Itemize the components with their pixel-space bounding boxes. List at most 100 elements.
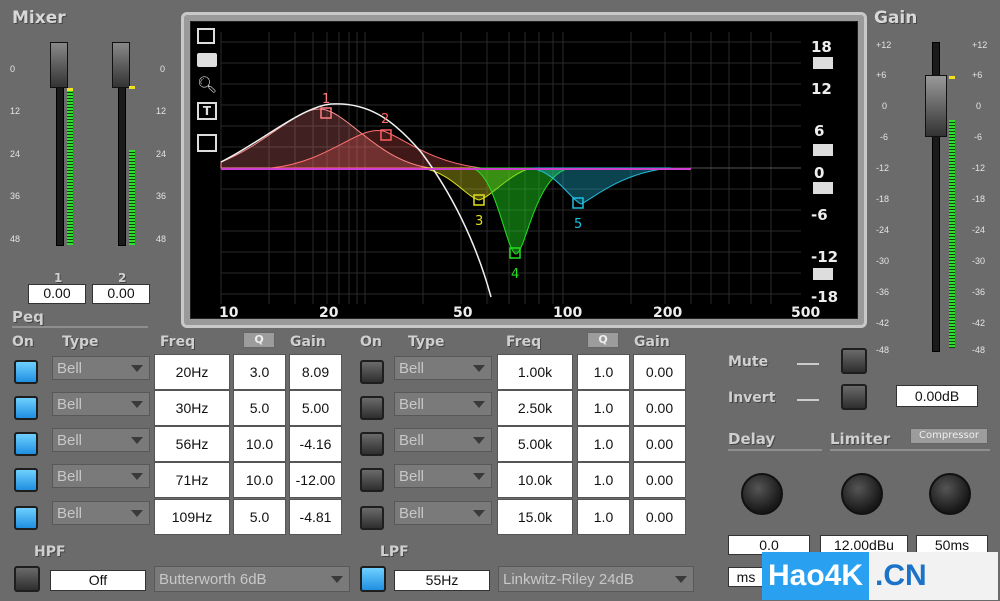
hpf-type-select[interactable]: Butterworth 6dB [154,566,350,592]
band-4-on-toggle[interactable] [14,468,38,492]
zoom-icon[interactable]: 🔍︎ [197,75,217,94]
y-tick-6: 6 [814,122,825,140]
band-10-freq[interactable]: 15.0k [497,499,573,535]
chevron-down-icon [473,510,485,517]
hpf-freq[interactable]: Off [50,570,146,591]
compressor-button[interactable]: Compressor [910,428,988,444]
gain-value[interactable]: 0.00dB [896,385,978,407]
band-9-gain[interactable]: 0.00 [633,462,686,498]
band-8-type-select[interactable]: Bell [394,428,492,452]
band-1-q[interactable]: 3.0 [233,354,286,390]
scale-up-arrow-2[interactable] [813,144,833,156]
band-5-type-select[interactable]: Bell [52,501,150,525]
band-4-gain[interactable]: -12.00 [289,462,342,498]
limiter-title: Limiter [830,430,891,448]
hpf-title: HPF [34,544,66,560]
band-10-on-toggle[interactable] [360,506,384,530]
scale-down-arrow-1[interactable] [813,182,833,194]
invert-label: Invert [728,390,776,406]
band-5-gain[interactable]: -4.81 [289,499,342,535]
limiter-divider [830,449,990,451]
gain-fader-handle[interactable] [925,75,947,137]
band-9-q[interactable]: 1.0 [577,462,630,498]
band-8-gain[interactable]: 0.00 [633,426,686,462]
mixer-scale-left: 0 12 24 36 48 [10,64,21,244]
band-8-on-toggle[interactable] [360,432,384,456]
band-10-gain[interactable]: 0.00 [633,499,686,535]
band-9-type-select[interactable]: Bell [394,464,492,488]
band-7-freq[interactable]: 2.50k [497,390,573,426]
band-1-freq[interactable]: 20Hz [154,354,230,390]
delay-knob[interactable] [741,473,783,515]
band-3-q[interactable]: 10.0 [233,426,286,462]
watermark-badge: Hao4K .CN [762,552,998,600]
delay-unit[interactable]: ms [728,567,764,587]
eq-point-label-2: 2 [381,112,390,127]
band-5-freq[interactable]: 109Hz [154,499,230,535]
band-2-on-toggle[interactable] [14,396,38,420]
band-3-on-toggle[interactable] [14,432,38,456]
band-4-type-select[interactable]: Bell [52,464,150,488]
band-2-type-select[interactable]: Bell [52,392,150,416]
limiter-time-knob[interactable] [929,473,971,515]
band-2-gain[interactable]: 5.00 [289,390,342,426]
right-freq-header: Freq [506,334,542,350]
hpf-toggle[interactable] [14,566,40,592]
band-9-freq[interactable]: 10.0k [497,462,573,498]
band-6-freq[interactable]: 1.00k [497,354,573,390]
band-1-type-select[interactable]: Bell [52,356,150,380]
band-6-gain[interactable]: 0.00 [633,354,686,390]
band-1-on-toggle[interactable] [14,360,38,384]
lpf-toggle[interactable] [360,566,386,592]
band-3-type-select[interactable]: Bell [52,428,150,452]
band-3-gain[interactable]: -4.16 [289,426,342,462]
peq-title: Peq [12,308,44,326]
band-1-gain[interactable]: 8.09 [289,354,342,390]
fader-handle-1[interactable] [50,42,68,88]
chevron-down-icon [131,473,143,480]
band-8-freq[interactable]: 5.00k [497,426,573,462]
band-4-freq[interactable]: 71Hz [154,462,230,498]
band-5-q[interactable]: 5.0 [233,499,286,535]
channel-value-1[interactable]: 0.00 [28,284,86,304]
eq-graph-frame: 1 2 3 4 5 🔍︎ T 18 12 6 0 -6 -12 -18 10 2… [181,12,867,328]
band-9-on-toggle[interactable] [360,468,384,492]
text-tool-icon[interactable]: T [197,102,217,120]
invert-connector [797,399,819,401]
band-7-on-toggle[interactable] [360,396,384,420]
scale-down-arrow-2[interactable] [813,268,833,280]
band-3-freq[interactable]: 56Hz [154,426,230,462]
mute-label: Mute [728,354,769,370]
mute-button[interactable] [841,348,867,374]
band-6-type-select[interactable]: Bell [394,356,492,380]
right-q-header: Q [587,332,619,348]
invert-button[interactable] [841,384,867,410]
limiter-threshold-knob[interactable] [841,473,883,515]
band-10-type-select[interactable]: Bell [394,501,492,525]
lpf-freq[interactable]: 55Hz [394,570,490,591]
scale-up-arrow-1[interactable] [813,57,833,69]
left-type-header: Type [62,334,99,350]
resize-icon[interactable] [197,28,215,44]
channel-value-2[interactable]: 0.00 [92,284,150,304]
eq-graph[interactable]: 1 2 3 4 5 🔍︎ T 18 12 6 0 -6 -12 -18 10 2… [190,21,858,321]
band-2-q[interactable]: 5.0 [233,390,286,426]
band-7-type-select[interactable]: Bell [394,392,492,416]
band-8-q[interactable]: 1.0 [577,426,630,462]
band-6-q[interactable]: 1.0 [577,354,630,390]
fader-handle-2[interactable] [112,42,130,88]
y-tick-neg12: -12 [811,248,839,266]
right-type-header: Type [408,334,445,350]
band-7-q[interactable]: 1.0 [577,390,630,426]
band-4-q[interactable]: 10.0 [233,462,286,498]
band-7-gain[interactable]: 0.00 [633,390,686,426]
lpf-type-select[interactable]: Linkwitz-Riley 24dB [498,566,694,592]
band-5-on-toggle[interactable] [14,506,38,530]
band-2-freq[interactable]: 30Hz [154,390,230,426]
camera-icon[interactable] [197,53,217,67]
band-10-q[interactable]: 1.0 [577,499,630,535]
chevron-down-icon [473,473,485,480]
open-icon[interactable] [197,134,217,152]
band-6-on-toggle[interactable] [360,360,384,384]
eq-point-label-1: 1 [322,92,331,107]
